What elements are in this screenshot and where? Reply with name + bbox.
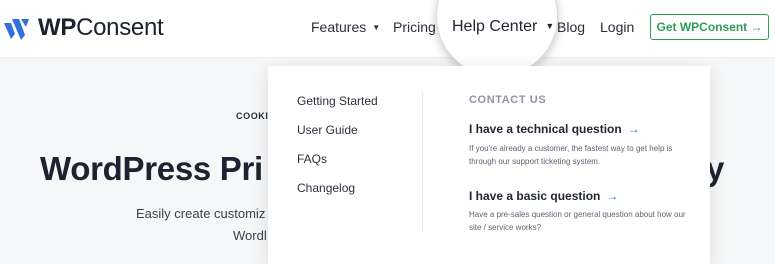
hero-subtitle-line2: Wordl (233, 228, 267, 243)
technical-question-link[interactable]: I have a technical question → (469, 122, 640, 136)
wpconsent-logo-icon (4, 19, 29, 40)
technical-question-title: I have a technical question (469, 122, 622, 136)
nav-blog[interactable]: Blog (557, 19, 585, 35)
nav-pricing[interactable]: Pricing (393, 19, 436, 35)
get-wpconsent-button[interactable]: Get WPConsent → (650, 14, 769, 40)
nav-help-center[interactable]: Help Center ▼ (452, 18, 554, 36)
arrow-right-icon: → (627, 122, 640, 136)
nav-features-label: Features (311, 19, 367, 35)
technical-question-description: If you're already a customer, the fastes… (469, 144, 673, 166)
menu-item-faqs[interactable]: FAQs (297, 152, 327, 166)
caret-down-icon: ▼ (545, 21, 555, 31)
nav-help-center-label: Help Center (452, 18, 538, 35)
menu-item-user-guide[interactable]: User Guide (297, 123, 358, 137)
site-header: WPConsent Features ▼ Pricing Blog Login G… (0, 0, 775, 58)
hero-title: WordPress Pri (40, 150, 263, 187)
brand-name: WPConsent (38, 14, 164, 41)
help-center-dropdown: Getting Started User Guide FAQs Changelo… (268, 66, 710, 264)
nav-login[interactable]: Login (600, 19, 634, 35)
arrow-right-icon: → (606, 189, 619, 203)
nav-features[interactable]: Features ▼ (311, 19, 380, 35)
basic-question-link[interactable]: I have a basic question → (469, 189, 618, 203)
contact-us-heading: CONTACT US (469, 94, 547, 106)
brand-logo[interactable]: WPConsent (2, 12, 164, 44)
basic-question-title: I have a basic question (469, 189, 601, 203)
hero-kicker: COOKI (236, 111, 269, 121)
menu-divider (422, 92, 423, 232)
hero-subtitle-line1: Easily create customiz (136, 206, 266, 221)
menu-item-changelog[interactable]: Changelog (297, 181, 355, 195)
menu-item-getting-started[interactable]: Getting Started (297, 94, 378, 108)
page: COOKI WordPress Pri y Easily create cust… (0, 0, 775, 264)
basic-question-description: Have a pre-sales question or general que… (469, 210, 686, 232)
caret-down-icon: ▼ (372, 23, 381, 32)
